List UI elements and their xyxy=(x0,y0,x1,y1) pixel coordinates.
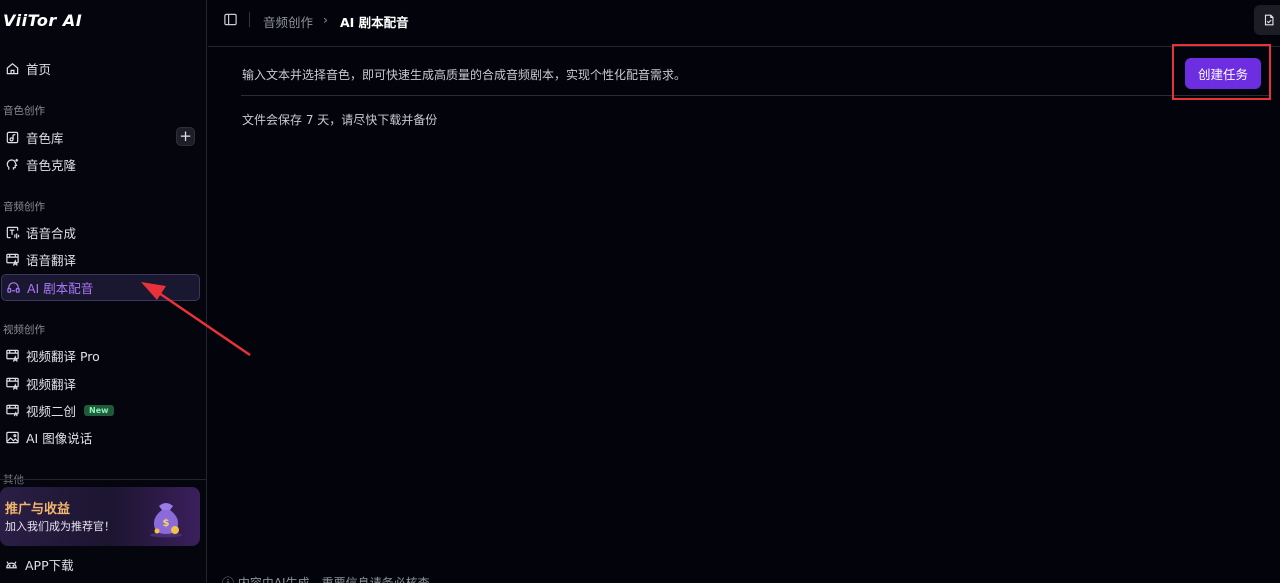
breadcrumb-divider xyxy=(249,12,250,27)
video-translate-pro-icon xyxy=(4,347,20,363)
sidebar-item-app-download[interactable]: APP下载 xyxy=(4,555,74,574)
money-bag-icon: $ xyxy=(150,503,182,538)
sidebar-item-label: 视频翻译 Pro xyxy=(26,348,100,364)
sidebar-item-label: 音色库 xyxy=(26,130,64,146)
sidebar-item-label: 视频翻译 xyxy=(26,376,77,392)
breadcrumb-parent[interactable]: 音频创作 xyxy=(263,12,313,31)
section-label-voice: 音色创作 xyxy=(3,105,45,117)
home-icon xyxy=(4,60,20,76)
sidebar-item-home[interactable]: 首页 xyxy=(0,55,200,81)
section-label-video: 视频创作 xyxy=(3,324,45,336)
sidebar-item-label: 音色克隆 xyxy=(26,157,77,173)
top-bar: 音频创作 › AI 剧本配音 xyxy=(208,0,1280,47)
svg-text:$: $ xyxy=(163,518,170,529)
history-button[interactable] xyxy=(1254,5,1280,35)
voice-clone-icon xyxy=(4,156,20,172)
sidebar-item-label: 语音合成 xyxy=(26,225,77,241)
image-icon xyxy=(4,429,20,445)
ai-disclaimer: ⓘ 内容由AI生成，重要信息请务必核查 xyxy=(222,576,430,583)
sidebar-item-label: 首页 xyxy=(26,61,52,77)
sidebar: ViiTor AI 首页 音色创作 音色库 + 音色克隆 音频创作 语音合成 语… xyxy=(0,0,207,583)
video-remix-icon xyxy=(4,402,20,418)
chevron-right-icon: › xyxy=(323,12,328,27)
retention-note: 文件会保存 7 天，请尽快下载并备份 xyxy=(242,113,438,127)
speech-translate-icon xyxy=(4,251,20,267)
breadcrumb-current: AI 剧本配音 xyxy=(340,15,409,30)
android-icon xyxy=(6,561,17,569)
sidebar-item-voice-clone[interactable]: 音色克隆 xyxy=(0,151,200,177)
sidebar-item-tts[interactable]: 语音合成 xyxy=(0,219,200,245)
promo-banner[interactable]: 推广与收益 加入我们成为推荐官！ $ xyxy=(0,487,200,546)
sidebar-item-ai-image-narration[interactable]: AI 图像说话 xyxy=(0,424,200,450)
sidebar-toggle-icon[interactable] xyxy=(223,12,238,27)
file-history-icon xyxy=(1264,14,1274,26)
app-logo[interactable]: ViiTor AI xyxy=(3,11,82,30)
text-to-speech-icon xyxy=(4,224,20,240)
create-task-button[interactable]: 创建任务 xyxy=(1185,58,1261,89)
promo-subtitle: 加入我们成为推荐官！ xyxy=(5,520,115,533)
promo-title: 推广与收益 xyxy=(5,502,71,517)
section-label-audio: 音频创作 xyxy=(3,201,45,213)
sidebar-item-voice-library[interactable]: 音色库 xyxy=(0,124,200,150)
sidebar-item-label: AI 图像说话 xyxy=(26,430,93,446)
sidebar-item-ai-script-dubbing[interactable]: AI 剧本配音 xyxy=(1,274,200,301)
content-divider xyxy=(241,95,1271,96)
page-description: 输入文本并选择音色，即可快速生成高质量的合成音频剧本，实现个性化配音需求。 xyxy=(242,68,687,82)
sidebar-item-video-translate-pro[interactable]: 视频翻译 Pro xyxy=(0,342,200,368)
add-voice-button[interactable]: + xyxy=(176,127,195,146)
app-root: ViiTor AI 首页 音色创作 音色库 + 音色克隆 音频创作 语音合成 语… xyxy=(0,0,1280,583)
sidebar-item-video-translate[interactable]: 视频翻译 xyxy=(0,370,200,396)
headset-icon xyxy=(5,280,21,296)
app-download-label: APP下载 xyxy=(25,558,74,573)
sidebar-item-video-remix[interactable]: 视频二创 New xyxy=(0,397,200,423)
video-translate-icon xyxy=(4,375,20,391)
sidebar-item-speech-translate[interactable]: 语音翻译 xyxy=(0,246,200,272)
sidebar-item-label: AI 剧本配音 xyxy=(27,281,94,296)
new-badge: New xyxy=(84,404,114,416)
sidebar-divider xyxy=(0,479,206,480)
voice-library-icon xyxy=(4,129,20,145)
sidebar-item-label: 语音翻译 xyxy=(26,252,77,268)
sidebar-item-label: 视频二创 xyxy=(26,403,77,419)
